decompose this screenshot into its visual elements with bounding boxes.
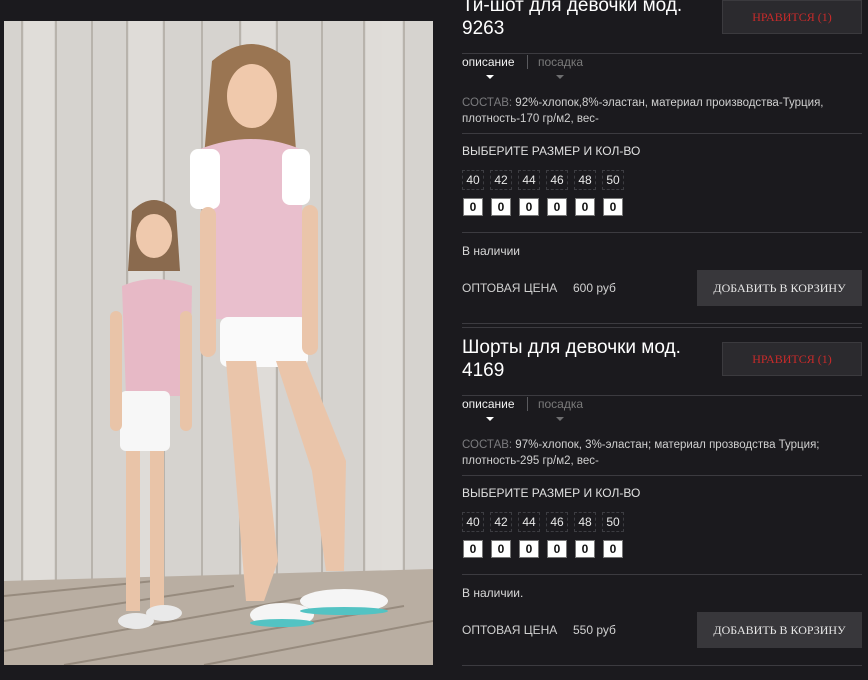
size-selector-title: ВЫБЕРИТЕ РАЗМЕР И КОЛ-ВО bbox=[462, 144, 641, 158]
quantity-field[interactable]: 0 bbox=[519, 198, 539, 216]
divider bbox=[462, 395, 862, 396]
size-option: 44 bbox=[518, 512, 540, 532]
quantity-field[interactable]: 0 bbox=[491, 198, 511, 216]
quantity-field[interactable]: 0 bbox=[575, 540, 595, 558]
quantity-field[interactable]: 0 bbox=[519, 540, 539, 558]
tab-separator bbox=[527, 55, 528, 69]
product-composition: СОСТАВ: 92%-хлопок,8%-эластан, материал … bbox=[462, 95, 857, 127]
divider bbox=[462, 133, 862, 134]
divider bbox=[462, 323, 862, 324]
add-to-cart-button[interactable]: ДОБАВИТЬ В КОРЗИНУ bbox=[697, 270, 862, 306]
quantity-field[interactable]: 0 bbox=[603, 198, 623, 216]
quantity-field[interactable]: 0 bbox=[603, 540, 623, 558]
divider bbox=[462, 475, 862, 476]
quantity-field[interactable]: 0 bbox=[463, 198, 483, 216]
product-title: Ти-шот для девочки мод. 9263 bbox=[462, 0, 683, 39]
quantity-field[interactable]: 0 bbox=[491, 540, 511, 558]
divider bbox=[462, 327, 862, 328]
quantity-field[interactable]: 0 bbox=[547, 540, 567, 558]
stock-status: В наличии. bbox=[462, 586, 524, 600]
size-selector-title: ВЫБЕРИТЕ РАЗМЕР И КОЛ-ВО bbox=[462, 486, 641, 500]
divider bbox=[462, 574, 862, 575]
tab-description[interactable]: описание bbox=[462, 55, 515, 69]
tab-fit[interactable]: посадка bbox=[538, 397, 583, 411]
price-label: ОПТОВАЯ ЦЕНА bbox=[462, 623, 558, 637]
price-label: ОПТОВАЯ ЦЕНА bbox=[462, 281, 558, 295]
price-value: 600 руб bbox=[573, 281, 616, 295]
add-to-cart-button[interactable]: ДОБАВИТЬ В КОРЗИНУ bbox=[697, 612, 862, 648]
like-button[interactable]: НРАВИТСЯ (1) bbox=[722, 342, 862, 376]
caret-down-icon bbox=[556, 417, 564, 421]
price-value: 550 руб bbox=[573, 623, 616, 637]
product-composition: СОСТАВ: 97%-хлопок, 3%-эластан; материал… bbox=[462, 437, 857, 469]
wood-floor bbox=[4, 569, 433, 665]
divider bbox=[462, 232, 862, 233]
tab-description[interactable]: описание bbox=[462, 397, 515, 411]
size-option: 46 bbox=[546, 170, 568, 190]
divider bbox=[462, 665, 862, 666]
size-option: 48 bbox=[574, 170, 596, 190]
size-option: 48 bbox=[574, 512, 596, 532]
size-option: 40 bbox=[462, 512, 484, 532]
composition-text: 92%-хлопок,8%-эластан, материал производ… bbox=[462, 97, 824, 125]
divider bbox=[462, 53, 862, 54]
size-option: 46 bbox=[546, 512, 568, 532]
tab-fit[interactable]: посадка bbox=[538, 55, 583, 69]
caret-down-icon bbox=[556, 75, 564, 79]
tab-separator bbox=[527, 397, 528, 411]
size-option: 50 bbox=[602, 512, 624, 532]
caret-down-icon bbox=[486, 75, 494, 79]
size-option: 40 bbox=[462, 170, 484, 190]
composition-label: СОСТАВ: bbox=[462, 97, 513, 109]
size-option: 42 bbox=[490, 512, 512, 532]
product-title: Шорты для девочки мод. 4169 bbox=[462, 337, 681, 381]
quantity-field[interactable]: 0 bbox=[547, 198, 567, 216]
stock-status: В наличии bbox=[462, 244, 521, 258]
like-button[interactable]: НРАВИТСЯ (1) bbox=[722, 0, 862, 34]
composition-text: 97%-хлопок, 3%-эластан; материал прозвод… bbox=[462, 439, 820, 467]
product-photo bbox=[4, 21, 433, 665]
size-option: 44 bbox=[518, 170, 540, 190]
size-option: 50 bbox=[602, 170, 624, 190]
quantity-field[interactable]: 0 bbox=[463, 540, 483, 558]
quantity-field[interactable]: 0 bbox=[575, 198, 595, 216]
caret-down-icon bbox=[486, 417, 494, 421]
composition-label: СОСТАВ: bbox=[462, 439, 513, 451]
size-option: 42 bbox=[490, 170, 512, 190]
